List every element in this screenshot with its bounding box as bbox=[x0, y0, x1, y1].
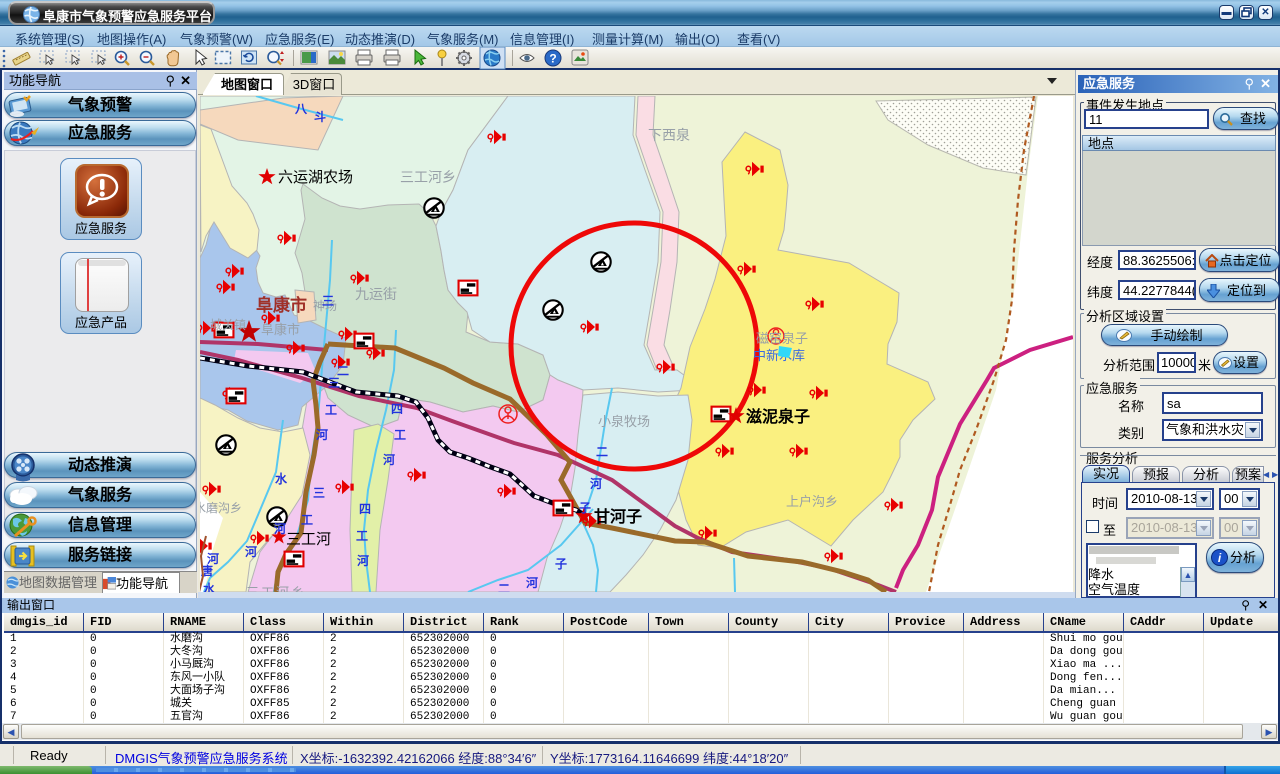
svg-text:河: 河 bbox=[356, 553, 369, 568]
svg-text:工: 工 bbox=[356, 529, 368, 543]
svg-text:三: 三 bbox=[313, 486, 325, 500]
svg-text:河: 河 bbox=[382, 452, 395, 467]
svg-text:子: 子 bbox=[555, 557, 567, 571]
svg-text:三工河: 三工河 bbox=[286, 531, 331, 548]
svg-text:磁窑泉子: 磁窑泉子 bbox=[756, 331, 808, 346]
svg-text:工: 工 bbox=[301, 513, 313, 527]
svg-text:水磨沟乡: 水磨沟乡 bbox=[200, 501, 242, 515]
svg-text:三: 三 bbox=[328, 376, 340, 390]
svg-text:八: 八 bbox=[294, 102, 308, 116]
svg-text:阜康市: 阜康市 bbox=[261, 322, 300, 337]
svg-text:甘河子: 甘河子 bbox=[594, 507, 642, 526]
svg-text:河: 河 bbox=[273, 521, 286, 536]
svg-text:阜康市: 阜康市 bbox=[256, 295, 307, 315]
svg-text:滋泥泉子: 滋泥泉子 bbox=[746, 407, 810, 426]
svg-text:工: 工 bbox=[394, 428, 406, 442]
svg-text:下西泉: 下西泉 bbox=[648, 127, 690, 143]
svg-text:水: 水 bbox=[203, 581, 216, 592]
svg-text:上户沟乡: 上户沟乡 bbox=[786, 494, 838, 509]
svg-text:河: 河 bbox=[525, 575, 538, 590]
svg-text:河: 河 bbox=[315, 427, 328, 442]
svg-text:工: 工 bbox=[325, 403, 337, 417]
svg-text:小泉牧场: 小泉牧场 bbox=[598, 414, 650, 429]
svg-text:二: 二 bbox=[596, 445, 608, 459]
svg-text:斗: 斗 bbox=[314, 110, 326, 124]
svg-text:二: 二 bbox=[337, 364, 349, 378]
svg-text:三工河乡: 三工河乡 bbox=[246, 585, 306, 592]
svg-text:四: 四 bbox=[359, 502, 371, 516]
svg-text:九运街: 九运街 bbox=[355, 286, 397, 302]
svg-text:三工河乡: 三工河乡 bbox=[400, 169, 456, 185]
svg-text:城关镇: 城关镇 bbox=[210, 318, 246, 332]
svg-text:六运湖农场: 六运湖农场 bbox=[278, 169, 353, 186]
svg-text:子: 子 bbox=[579, 501, 591, 515]
svg-text:河: 河 bbox=[589, 476, 602, 491]
svg-text:水: 水 bbox=[275, 471, 288, 486]
svg-text:四: 四 bbox=[391, 402, 403, 416]
svg-text:?: ? bbox=[549, 52, 556, 66]
svg-text:河: 河 bbox=[244, 544, 257, 559]
svg-text:二: 二 bbox=[498, 582, 510, 592]
svg-text:三: 三 bbox=[322, 294, 334, 308]
